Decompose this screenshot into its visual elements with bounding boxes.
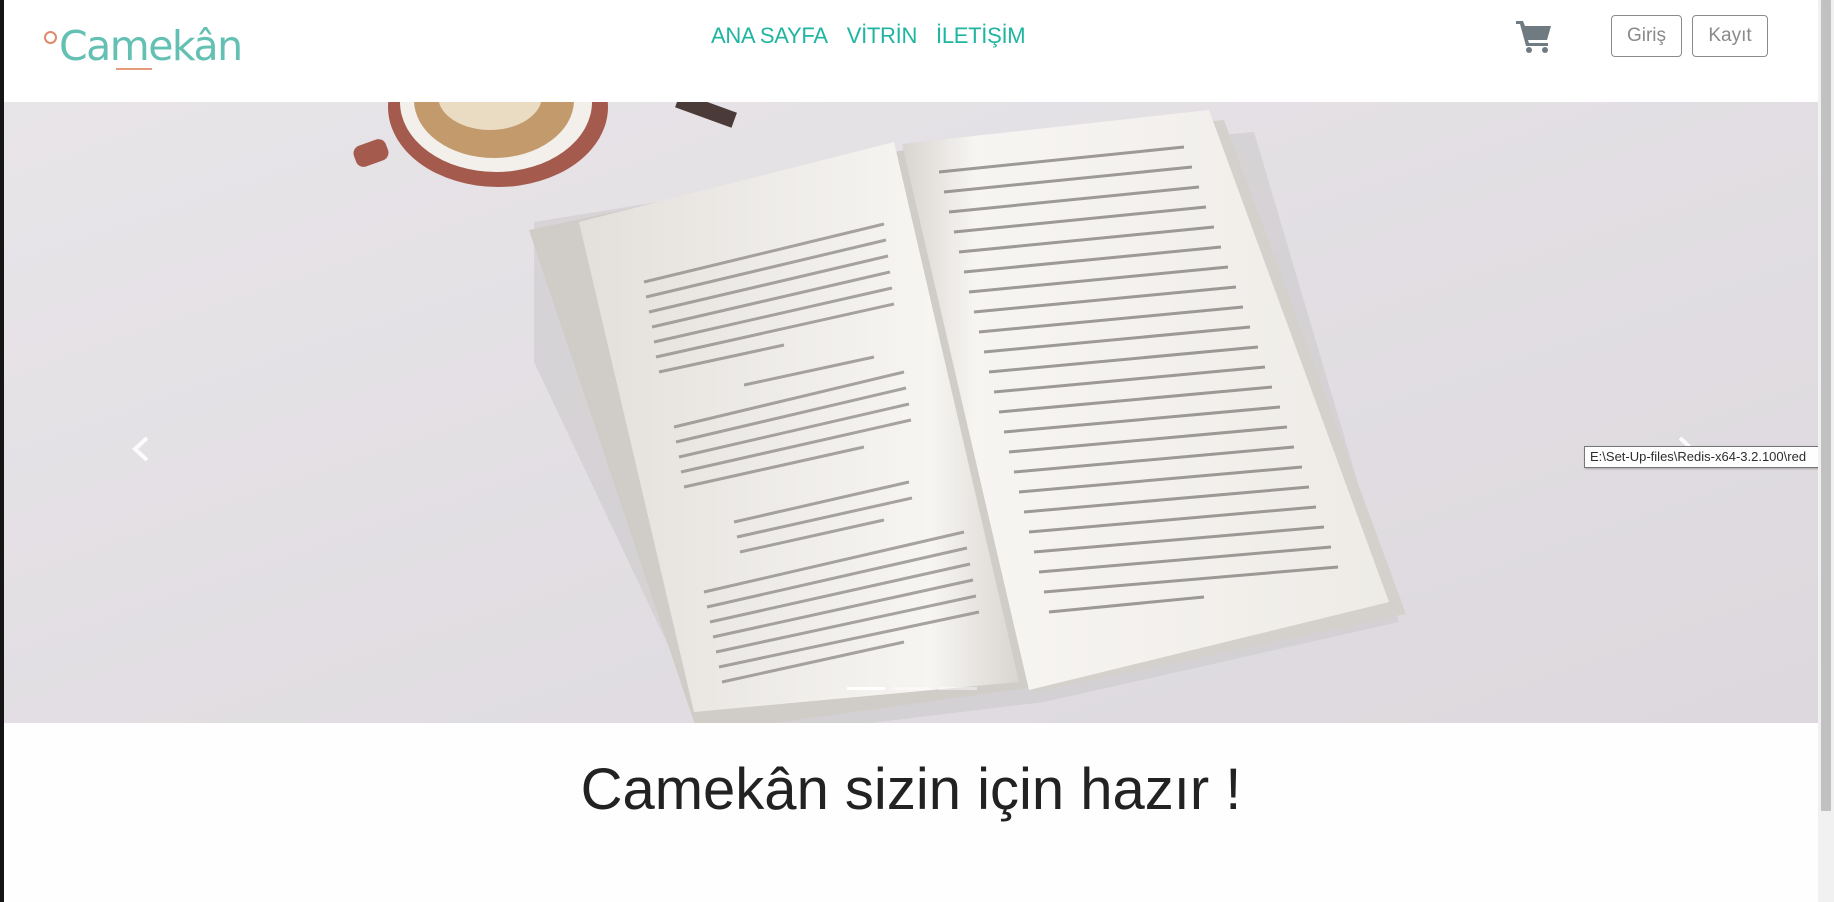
main-nav: ANA SAYFA VİTRİN İLETİŞİM <box>711 20 1026 52</box>
scrollbar-thumb[interactable] <box>1821 0 1831 811</box>
nav-item-contact[interactable]: İLETİŞİM <box>936 20 1026 52</box>
page-scrollbar[interactable] <box>1818 0 1834 902</box>
brand-logo[interactable]: Camekân <box>44 18 243 74</box>
logo-underline <box>116 68 152 70</box>
carousel-indicators <box>847 687 977 690</box>
logo-text: Camekân <box>59 22 243 70</box>
carousel-indicator[interactable] <box>893 687 931 690</box>
file-path-tooltip: E:\Set-Up-files\Redis-x64-3.2.100\red <box>1584 446 1834 468</box>
hero-slide-image <box>4 102 1818 723</box>
logo-ring-icon <box>44 31 57 44</box>
carousel-indicator[interactable] <box>847 687 885 690</box>
hero-headline: Camekân sizin için hazır ! <box>580 757 1242 822</box>
shopping-cart-icon[interactable] <box>1515 18 1555 54</box>
nav-item-showcase[interactable]: VİTRİN <box>847 20 918 52</box>
navbar: Camekân ANA SAYFA VİTRİN İLETİŞİM Giriş … <box>4 0 1818 103</box>
chevron-left-icon <box>132 436 149 462</box>
carousel-indicator[interactable] <box>939 687 977 690</box>
nav-item-home[interactable]: ANA SAYFA <box>711 20 828 52</box>
carousel-prev-control[interactable] <box>125 432 159 466</box>
hero-carousel <box>4 102 1818 723</box>
register-button[interactable]: Kayıt <box>1692 15 1768 57</box>
login-button[interactable]: Giriş <box>1611 15 1682 57</box>
